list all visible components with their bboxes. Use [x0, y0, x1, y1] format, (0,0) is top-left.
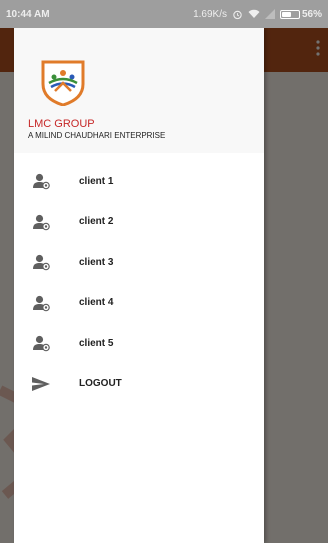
drawer-menu: client 1 client 2 client 3 client 4 clie… — [14, 153, 264, 404]
menu-item-label: client 2 — [79, 216, 114, 228]
status-bar: 10:44 AM 1.69K/s 56% — [0, 0, 328, 28]
brand-name: LMC GROUP — [28, 118, 95, 130]
send-icon — [32, 375, 50, 393]
menu-item-client-1[interactable]: client 1 — [14, 161, 264, 202]
network-speed: 1.69K/s — [193, 8, 227, 20]
client-user-icon — [32, 334, 50, 352]
menu-item-client-3[interactable]: client 3 — [14, 242, 264, 283]
menu-item-label: client 5 — [79, 337, 114, 349]
client-user-icon — [32, 172, 50, 190]
menu-item-label: client 3 — [79, 256, 114, 268]
menu-item-client-4[interactable]: client 4 — [14, 283, 264, 324]
battery-icon — [279, 9, 300, 19]
status-time: 10:44 AM — [6, 8, 50, 20]
client-user-icon — [32, 213, 50, 231]
menu-item-label: client 1 — [79, 175, 114, 187]
alarm-icon — [233, 10, 242, 19]
menu-item-logout[interactable]: LOGOUT — [14, 364, 264, 405]
menu-item-label: LOGOUT — [79, 378, 122, 390]
navigation-drawer: LMC GROUP A MILIND CHAUDHARI ENTERPRISE … — [14, 28, 264, 543]
lmc-logo-icon — [41, 60, 85, 106]
drawer-header: LMC GROUP A MILIND CHAUDHARI ENTERPRISE — [14, 28, 264, 153]
client-user-icon — [32, 294, 50, 312]
signal-icon — [264, 9, 275, 19]
battery-percent: 56% — [301, 8, 322, 20]
menu-item-client-5[interactable]: client 5 — [14, 323, 264, 364]
menu-item-label: client 4 — [79, 297, 114, 309]
menu-item-client-2[interactable]: client 2 — [14, 202, 264, 243]
wifi-icon — [248, 9, 260, 18]
client-user-icon — [32, 253, 50, 271]
brand-tagline: A MILIND CHAUDHARI ENTERPRISE — [28, 131, 166, 140]
